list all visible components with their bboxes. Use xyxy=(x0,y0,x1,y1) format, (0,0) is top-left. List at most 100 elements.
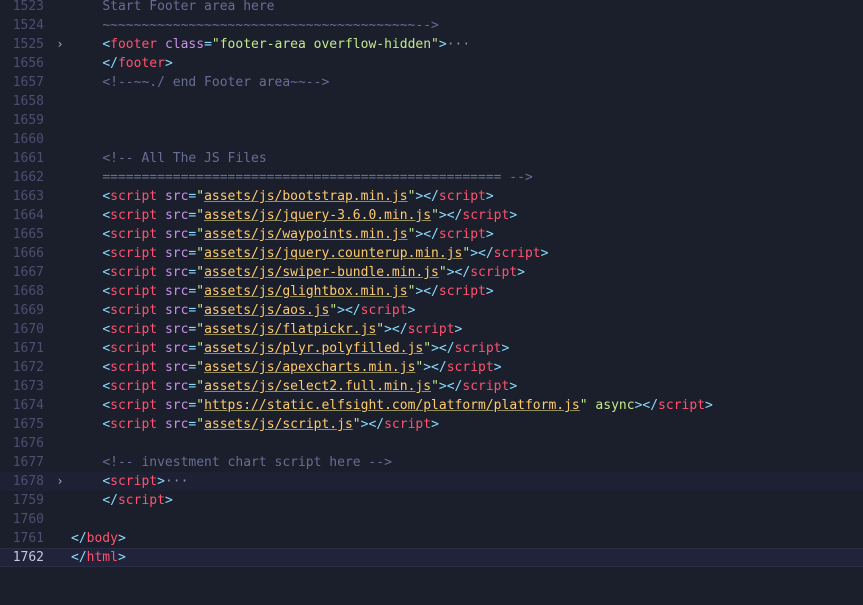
code-token: > xyxy=(164,56,173,71)
code-token: src xyxy=(164,189,189,204)
folded-ellipsis: ··· xyxy=(446,37,471,52)
code-line[interactable]: 1762 </html> xyxy=(0,548,863,567)
code-token: < xyxy=(102,303,111,318)
code-line[interactable]: 1523 Start Footer area here xyxy=(0,0,863,16)
code-token: ></ xyxy=(431,341,455,356)
code-token: script xyxy=(384,417,432,432)
line-number: 1673 xyxy=(12,379,44,394)
code-token: ></ xyxy=(415,284,439,299)
code-token: " xyxy=(196,303,205,318)
code-text: <script src="assets/js/jquery.counterup.… xyxy=(71,244,548,263)
code-lines: 1523 Start Footer area here 1524 ~~~~~~~~… xyxy=(0,0,863,567)
code-line[interactable]: 1678 › <script>··· xyxy=(0,472,863,491)
code-token: script xyxy=(110,341,158,356)
code-line[interactable]: 1664 <script src="assets/js/jquery-3.6.0… xyxy=(0,206,863,225)
code-token: " xyxy=(329,303,338,318)
code-editor[interactable]: 1523 Start Footer area here 1524 ~~~~~~~~… xyxy=(0,0,863,605)
code-token: > xyxy=(501,341,510,356)
code-token: footer xyxy=(117,56,165,71)
code-token: src xyxy=(164,379,189,394)
code-token: ~~~~~~~~~~~~~~~~~~~~~~~~~~~~~~~~~~~~~~~~… xyxy=(102,18,439,33)
code-token: script xyxy=(438,189,486,204)
code-text: <script src="assets/js/jquery-3.6.0.min.… xyxy=(71,206,517,225)
code-text: <!-- investment chart script here --> xyxy=(71,453,392,472)
code-line[interactable]: 1661 <!-- All The JS Files xyxy=(0,149,863,168)
code-line[interactable]: 1673 <script src="assets/js/select2.full… xyxy=(0,377,863,396)
code-token: < xyxy=(102,189,111,204)
code-line[interactable]: 1660 xyxy=(0,130,863,149)
code-token: script xyxy=(117,493,165,508)
code-text: </footer> xyxy=(71,54,173,73)
code-token: > xyxy=(509,208,518,223)
code-token: < xyxy=(102,208,111,223)
fold-chevron-icon[interactable]: › xyxy=(54,472,66,491)
code-line[interactable]: 1668 <script src="assets/js/glightbox.mi… xyxy=(0,282,863,301)
code-line[interactable]: 1663 <script src="assets/js/bootstrap.mi… xyxy=(0,187,863,206)
code-token: src xyxy=(164,303,189,318)
line-number: 1656 xyxy=(12,56,44,71)
code-line[interactable]: 1759 </script> xyxy=(0,491,863,510)
code-token: script xyxy=(110,417,158,432)
line-number: 1667 xyxy=(12,265,44,280)
code-token: " xyxy=(196,189,205,204)
code-token: < xyxy=(102,322,111,337)
code-line[interactable]: 1656 </footer> xyxy=(0,54,863,73)
code-token: > xyxy=(493,360,502,375)
code-token: " xyxy=(352,417,361,432)
code-token: = xyxy=(204,37,212,52)
code-token: " xyxy=(431,379,439,394)
code-token: ></ xyxy=(470,246,494,261)
code-line[interactable]: 1761 </body> xyxy=(0,529,863,548)
code-token: < xyxy=(102,360,111,375)
code-token: > xyxy=(438,37,447,52)
code-line[interactable]: 1659 xyxy=(0,111,863,130)
code-line[interactable]: 1525 › <footer class="footer-area overflo… xyxy=(0,35,863,54)
code-token: script xyxy=(446,360,494,375)
code-text: <script src="assets/js/aos.js"></script> xyxy=(71,301,415,320)
code-line[interactable]: 1524 ~~~~~~~~~~~~~~~~~~~~~~~~~~~~~~~~~~~… xyxy=(0,16,863,35)
script-src-link: assets/js/bootstrap.min.js xyxy=(204,189,408,204)
code-token: ========================================… xyxy=(102,170,533,185)
code-token: " xyxy=(196,246,205,261)
code-text: <script src="assets/js/plyr.polyfilled.j… xyxy=(71,339,509,358)
code-token: ></ xyxy=(634,398,659,413)
line-number: 1668 xyxy=(12,284,44,299)
code-token: script xyxy=(360,303,408,318)
code-line[interactable]: 1676 xyxy=(0,434,863,453)
code-token: </ xyxy=(71,550,87,565)
code-line[interactable]: 1666 <script src="assets/js/jquery.count… xyxy=(0,244,863,263)
code-line[interactable]: 1675 <script src="assets/js/script.js"><… xyxy=(0,415,863,434)
code-text: <script src="assets/js/script.js"></scri… xyxy=(71,415,439,434)
code-line[interactable]: 1669 <script src="assets/js/aos.js"></sc… xyxy=(0,301,863,320)
code-line[interactable]: 1670 <script src="assets/js/flatpickr.js… xyxy=(0,320,863,339)
code-token: ></ xyxy=(415,189,439,204)
code-line[interactable]: 1662 ===================================… xyxy=(0,168,863,187)
code-token: " xyxy=(196,227,205,242)
fold-chevron-icon[interactable]: › xyxy=(54,35,66,54)
code-line[interactable]: 1677 <!-- investment chart script here -… xyxy=(0,453,863,472)
code-line[interactable]: 1674 <script src="https://static.elfsigh… xyxy=(0,396,863,415)
code-token: < xyxy=(102,341,111,356)
line-number: 1669 xyxy=(12,303,44,318)
script-src-link: assets/js/select2.full.min.js xyxy=(204,379,432,394)
code-token: " xyxy=(438,265,447,280)
code-token: > xyxy=(509,379,518,394)
code-line[interactable]: 1760 xyxy=(0,510,863,529)
code-text: <script src="assets/js/select2.full.min.… xyxy=(71,377,517,396)
code-line[interactable]: 1657 <!--~~./ end Footer area~~--> xyxy=(0,73,863,92)
line-number: 1759 xyxy=(12,493,44,508)
code-token: script xyxy=(110,303,158,318)
code-token: " xyxy=(196,398,205,413)
line-number: 1674 xyxy=(12,398,44,413)
code-line[interactable]: 1665 <script src="assets/js/waypoints.mi… xyxy=(0,225,863,244)
code-line[interactable]: 1667 <script src="assets/js/swiper-bundl… xyxy=(0,263,863,282)
code-line[interactable]: 1671 <script src="assets/js/plyr.polyfil… xyxy=(0,339,863,358)
code-token: > xyxy=(164,493,173,508)
code-line[interactable]: 1658 xyxy=(0,92,863,111)
code-token: " xyxy=(376,322,385,337)
code-line[interactable]: 1672 <script src="assets/js/apexcharts.m… xyxy=(0,358,863,377)
